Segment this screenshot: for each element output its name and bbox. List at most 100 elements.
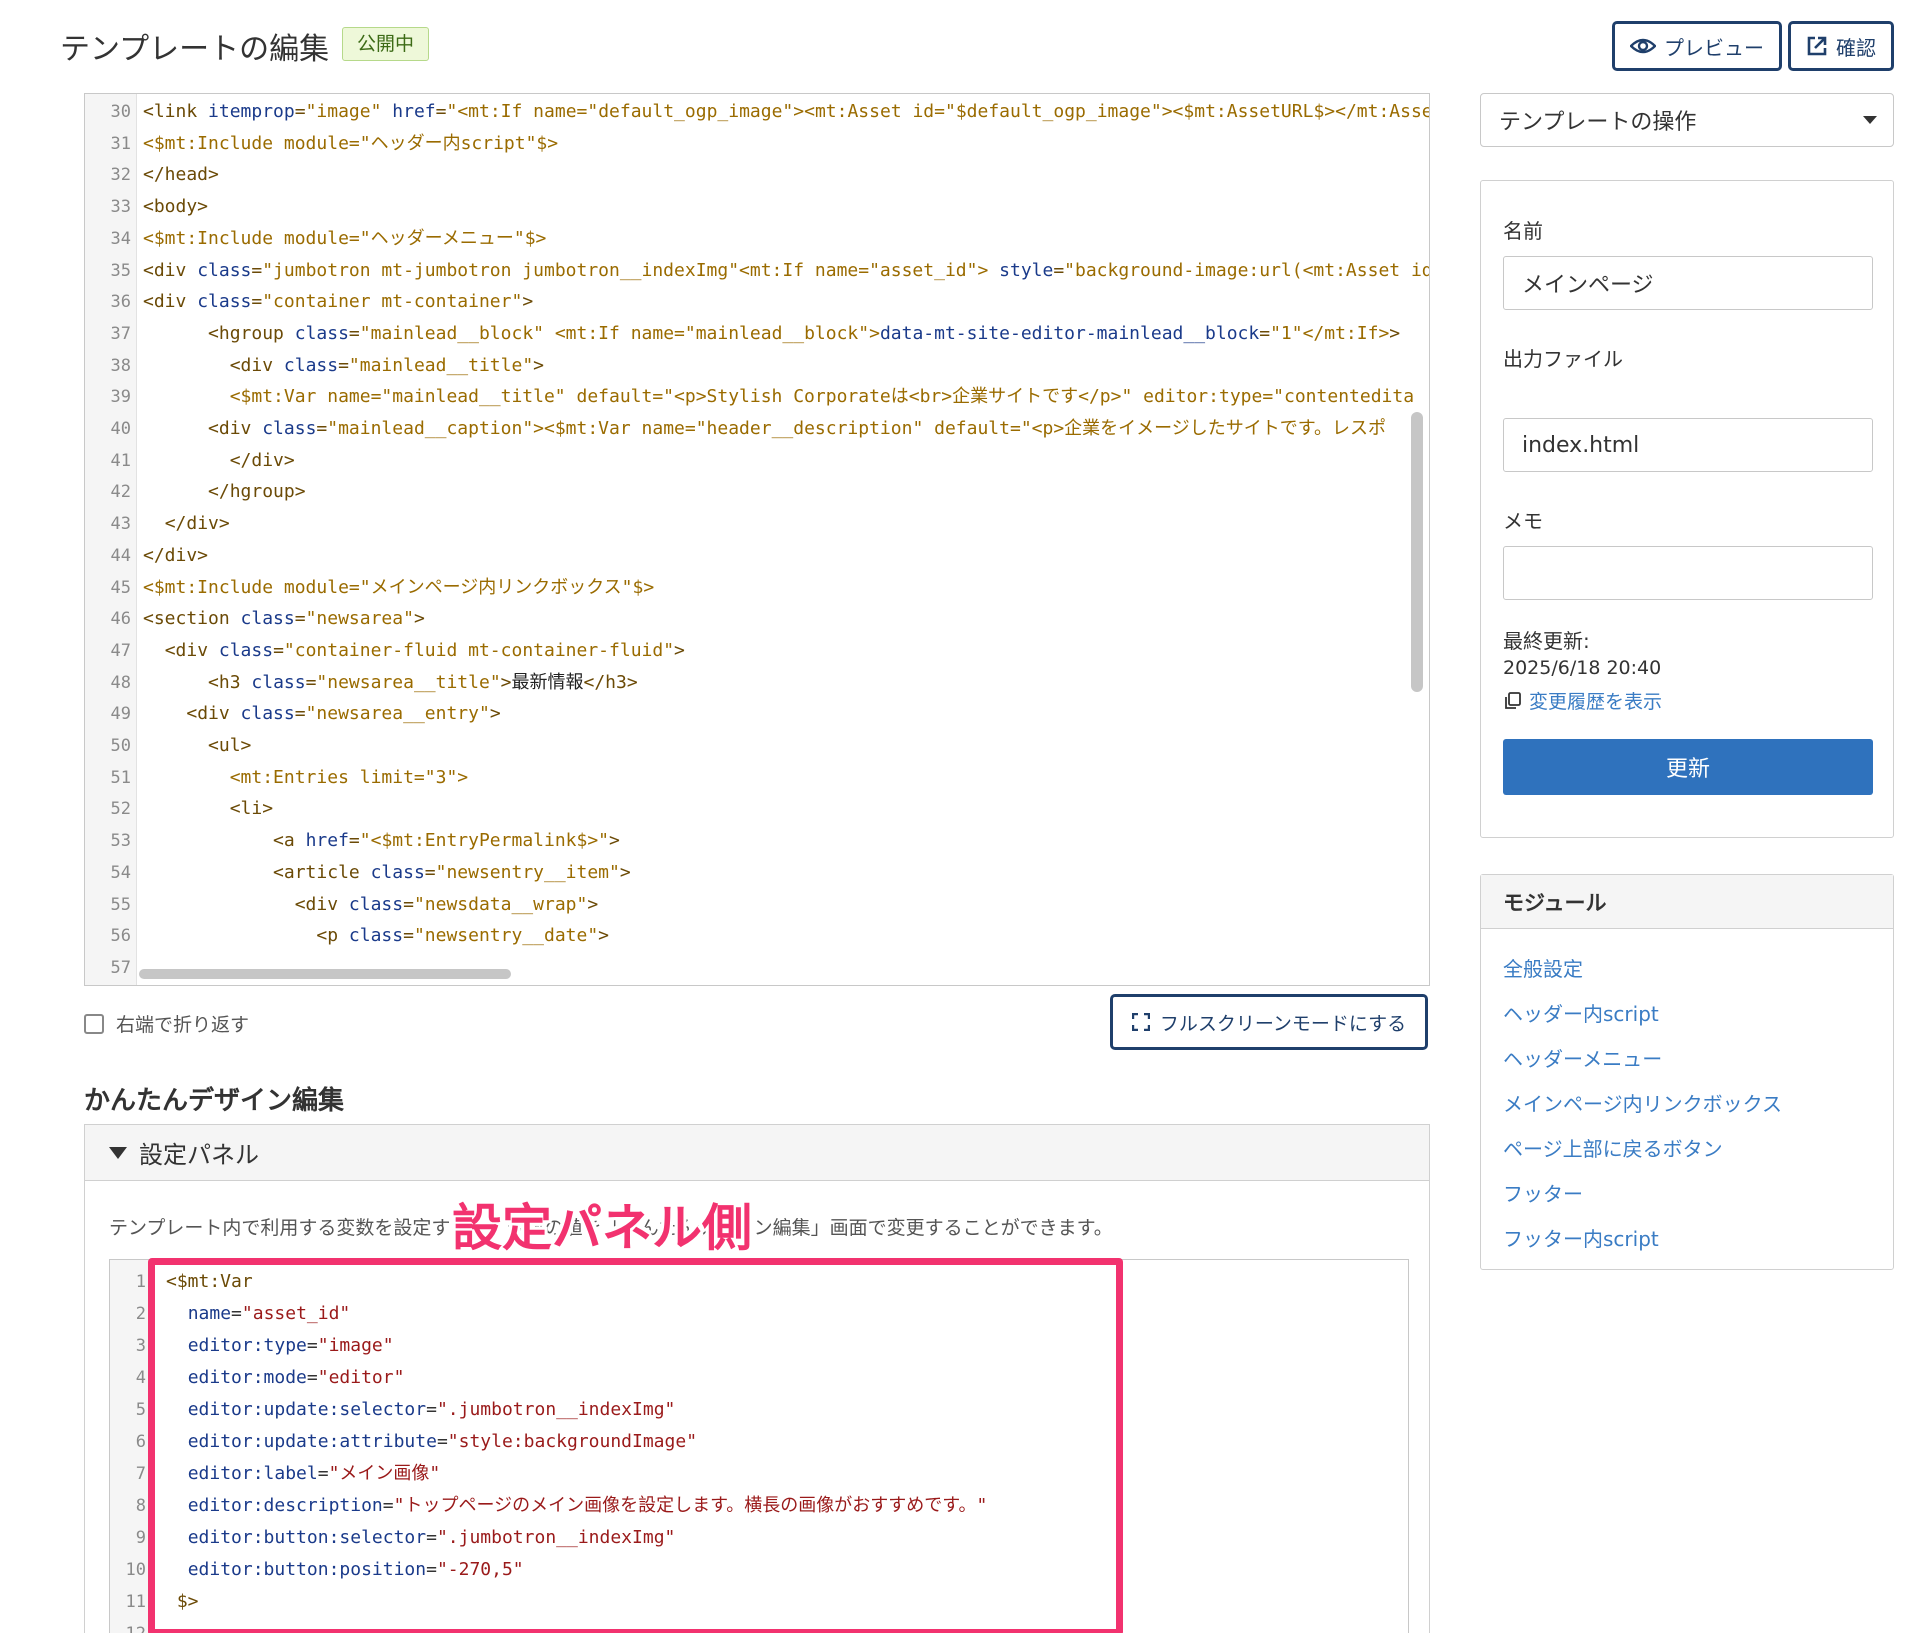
- line-number: 43: [110, 514, 131, 535]
- code-line[interactable]: 40 <div class="mainlead__caption"><$mt:V…: [85, 413, 1429, 445]
- horizontal-scrollbar-thumb[interactable]: [139, 969, 511, 979]
- wrap-lines-option[interactable]: 右端で折り返す: [84, 1010, 249, 1037]
- code-line[interactable]: 33 <body>: [85, 191, 1429, 223]
- code-line[interactable]: 31 <$mt:Include module="ヘッダー内script"$>: [85, 128, 1429, 160]
- template-actions-select[interactable]: テンプレートの操作: [1480, 93, 1894, 147]
- line-number: 45: [110, 577, 131, 598]
- line-number: 51: [110, 767, 131, 788]
- line-number: 32: [110, 165, 131, 186]
- confirm-button[interactable]: 確認: [1788, 21, 1894, 71]
- module-link[interactable]: ヘッダー内script: [1503, 998, 1659, 1027]
- output-file-field[interactable]: index.html: [1503, 418, 1873, 472]
- code-text: <div class="container-fluid mt-container…: [164, 639, 685, 661]
- code-line[interactable]: 45 <$mt:Include module="メインページ内リンクボックス"$>: [85, 572, 1429, 604]
- preview-label: プレビュー: [1664, 35, 1764, 60]
- preview-button[interactable]: プレビュー: [1612, 21, 1782, 71]
- template-code-editor[interactable]: 30 <link itemprop="image" href="<mt:If na…: [84, 93, 1430, 986]
- code-line[interactable]: 43 </div>: [85, 508, 1429, 540]
- line-number: 40: [110, 419, 131, 439]
- code-text: <ul>: [208, 735, 252, 756]
- status-badge: 公開中: [342, 27, 430, 61]
- page-title: テンプレートの編集: [60, 32, 330, 67]
- code-text: <$mt:Var name="mainlead__title" default=…: [229, 386, 1415, 408]
- module-link[interactable]: ページ上部に戻るボタン: [1503, 1133, 1723, 1162]
- line-number: 44: [110, 545, 131, 566]
- code-line[interactable]: 35 <div class="jumbotron mt-jumbotron jum…: [85, 255, 1429, 287]
- code-line[interactable]: 41 </div>: [85, 445, 1429, 477]
- code-line[interactable]: 46 <section class="newsarea">: [85, 603, 1429, 635]
- code-text: <a href="<$mt:EntryPermalink$>">: [273, 830, 620, 852]
- horizontal-scrollbar[interactable]: [139, 967, 1405, 981]
- code-text: <link itemprop="image" href="<mt:If name…: [143, 101, 1430, 122]
- memo-field[interactable]: [1503, 546, 1873, 600]
- line-number: 49: [110, 704, 131, 725]
- code-line[interactable]: 47 <div class="container-fluid mt-contai…: [85, 635, 1429, 667]
- line-number: 56: [110, 926, 131, 947]
- code-line[interactable]: 53 <a href="<$mt:EntryPermalink$>">: [85, 825, 1429, 857]
- update-button[interactable]: 更新: [1503, 739, 1873, 795]
- code-text: <body>: [143, 196, 209, 218]
- code-line[interactable]: 55 <div class="newsdata__wrap">: [85, 889, 1429, 921]
- fullscreen-icon: [1131, 1013, 1150, 1031]
- code-text: <div class="container mt-container">: [143, 291, 534, 313]
- wrap-lines-checkbox[interactable]: [84, 1013, 104, 1034]
- name-field[interactable]: メインページ: [1503, 256, 1873, 310]
- code-text: </head>: [143, 164, 219, 186]
- module-link[interactable]: ヘッダーメニュー: [1503, 1043, 1662, 1072]
- code-line[interactable]: 49 <div class="newsarea__entry">: [85, 698, 1429, 730]
- line-number: 50: [110, 736, 131, 756]
- settings-panel-title: 設定パネル: [139, 1141, 259, 1169]
- code-line[interactable]: 48 <h3 class="newsarea__title">最新情報</h3>: [85, 667, 1429, 699]
- line-number: 30: [110, 102, 131, 122]
- line-number: 37: [110, 323, 131, 344]
- dropdown-caret-icon: [1863, 116, 1877, 124]
- view-history-link[interactable]: 変更履歴を表示: [1503, 687, 1662, 714]
- code-text: <div class="mainlead__caption"><$mt:Var …: [208, 418, 1386, 439]
- line-number: 7: [135, 1464, 146, 1484]
- module-link[interactable]: フッター内script: [1503, 1223, 1659, 1252]
- line-number: 46: [110, 609, 131, 630]
- line-number: 36: [110, 292, 131, 313]
- vertical-scrollbar[interactable]: [1411, 412, 1423, 692]
- fullscreen-label: フルスクリーンモードにする: [1159, 1012, 1407, 1035]
- line-number: 34: [110, 228, 131, 249]
- modules-title: モジュール: [1481, 875, 1893, 929]
- eye-icon: [1630, 38, 1656, 54]
- line-number: 4: [135, 1368, 146, 1388]
- module-link[interactable]: メインページ内リンクボックス: [1503, 1088, 1782, 1117]
- last-updated-label: 最終更新:: [1503, 629, 1590, 653]
- line-number: 8: [135, 1496, 146, 1516]
- code-line[interactable]: 36 <div class="container mt-container">: [85, 286, 1429, 318]
- code-text: <h3 class="newsarea__title">最新情報</h3>: [208, 671, 638, 693]
- code-line[interactable]: 56 <p class="newsentry__date">: [85, 920, 1429, 952]
- code-text: <div class="mainlead__title">: [229, 354, 544, 376]
- line-number: 12: [110, 1618, 146, 1633]
- settings-panel-toggle[interactable]: 設定パネル: [85, 1125, 1429, 1181]
- code-text: <$mt:Include module="ヘッダーメニュー"$>: [143, 227, 547, 249]
- code-line[interactable]: 32 </head>: [85, 159, 1429, 191]
- code-line[interactable]: 30 <link itemprop="image" href="<mt:If na…: [85, 96, 1429, 128]
- highlight-box: [148, 1258, 1123, 1633]
- code-text: <section class="newsarea">: [143, 608, 425, 630]
- fullscreen-button[interactable]: フルスクリーンモードにする: [1110, 994, 1428, 1050]
- module-link[interactable]: 全般設定: [1503, 953, 1583, 982]
- code-line[interactable]: 51 <mt:Entries limit="3">: [85, 762, 1429, 794]
- code-line[interactable]: 39 <$mt:Var name="mainlead__title" defau…: [85, 381, 1429, 413]
- line-number: 38: [110, 355, 131, 376]
- code-line[interactable]: 50 <ul>: [85, 730, 1429, 762]
- line-number: 57: [110, 957, 131, 978]
- module-link[interactable]: フッター: [1503, 1178, 1583, 1207]
- code-text: </div>: [164, 513, 230, 535]
- code-line[interactable]: 37 <hgroup class="mainlead__block" <mt:I…: [85, 318, 1429, 350]
- code-line[interactable]: 34 <$mt:Include module="ヘッダーメニュー"$>: [85, 223, 1429, 255]
- code-text: <li>: [229, 798, 274, 820]
- template-actions-label: テンプレートの操作: [1499, 110, 1697, 135]
- line-number: 33: [110, 197, 131, 218]
- code-line[interactable]: 42 </hgroup>: [85, 476, 1429, 508]
- template-properties-panel: 名前 メインページ 出力ファイル index.html メモ 最終更新: 202…: [1480, 180, 1894, 838]
- code-line[interactable]: 54 <article class="newsentry__item">: [85, 857, 1429, 889]
- code-line[interactable]: 38 <div class="mainlead__title">: [85, 350, 1429, 382]
- code-line[interactable]: 52 <li>: [85, 793, 1429, 825]
- line-number: 55: [110, 894, 131, 915]
- code-line[interactable]: 44 </div>: [85, 540, 1429, 572]
